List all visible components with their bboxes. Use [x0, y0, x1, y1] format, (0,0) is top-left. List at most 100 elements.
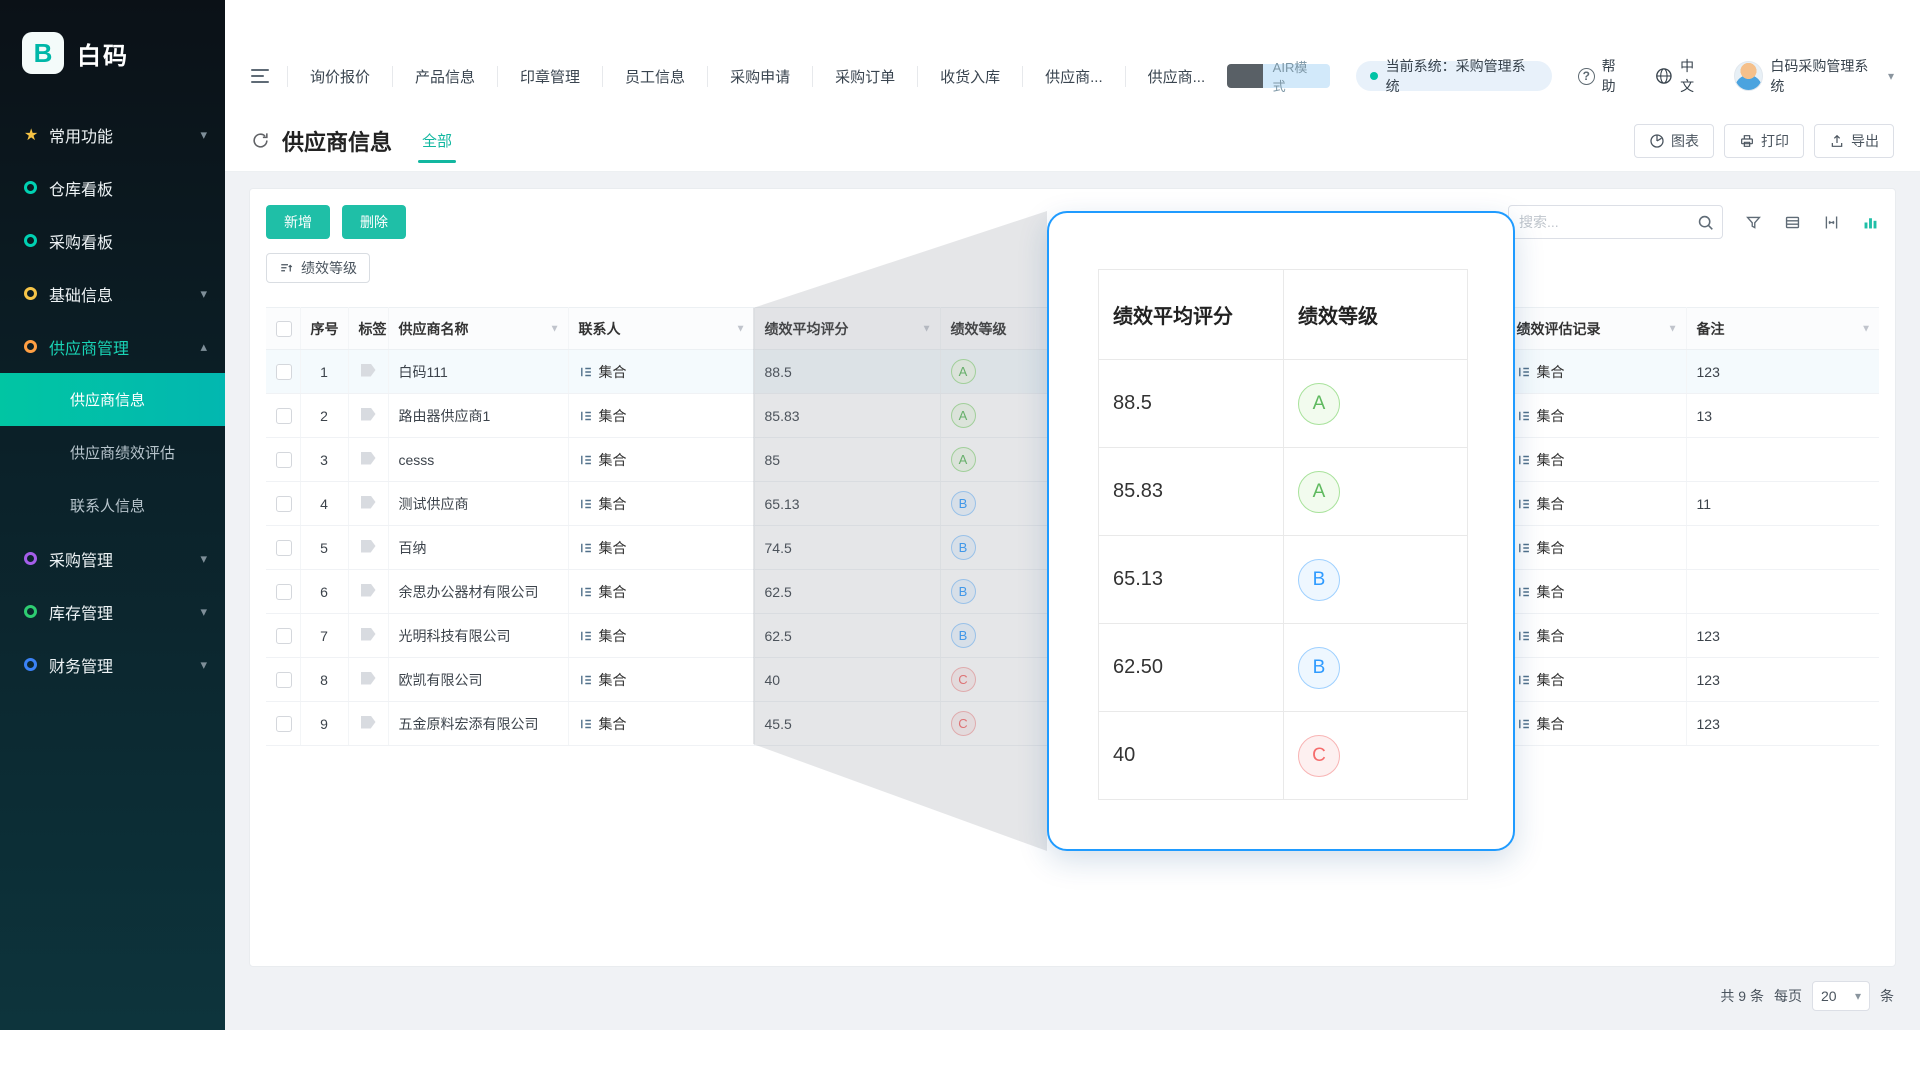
contact-collection-link[interactable]: 集合	[579, 714, 627, 734]
topnav-tab[interactable]: 产品信息	[392, 66, 497, 87]
air-mode-toggle[interactable]: AIR模式	[1227, 64, 1330, 88]
topnav-tab[interactable]: 员工信息	[602, 66, 707, 87]
add-button[interactable]: 新增	[266, 205, 330, 239]
cell-remark	[1686, 438, 1879, 482]
cell-index: 1	[300, 350, 348, 394]
topnav-tab[interactable]: 询价报价	[287, 66, 392, 87]
sidebar-item-purchase-board[interactable]: 采购看板	[0, 214, 225, 267]
delete-button[interactable]: 删除	[342, 205, 406, 239]
collection-icon	[1517, 629, 1531, 643]
row-checkbox[interactable]	[276, 452, 292, 468]
record-collection-link[interactable]: 集合	[1517, 670, 1565, 690]
sidebar-subitem-supplier-info[interactable]: 供应商信息	[0, 373, 225, 426]
contact-collection-link[interactable]: 集合	[579, 626, 627, 646]
chevron-up-icon: ▴	[200, 339, 207, 355]
search-input[interactable]	[1508, 205, 1723, 239]
record-collection-link[interactable]: 集合	[1517, 494, 1565, 514]
cell-score: 62.5	[754, 614, 940, 658]
cell-remark: 11	[1686, 482, 1879, 526]
sidebar-item-supplier-management[interactable]: 供应商管理 ▴	[0, 320, 225, 373]
filter-icon[interactable]	[1745, 214, 1762, 231]
refresh-button[interactable]	[251, 131, 270, 150]
export-button[interactable]: 导出	[1814, 124, 1894, 158]
row-checkbox[interactable]	[276, 584, 292, 600]
logo: B 白码	[0, 0, 225, 108]
row-checkbox[interactable]	[276, 364, 292, 380]
sidebar-item-purchase-management[interactable]: 采购管理 ▾	[0, 532, 225, 585]
contact-collection-link[interactable]: 集合	[579, 670, 627, 690]
cell-supplier-name: 余思办公器材有限公司	[388, 570, 568, 614]
sidebar-item-common-functions[interactable]: ★ 常用功能 ▾	[0, 108, 225, 161]
topnav-tab[interactable]: 供应商...	[1022, 66, 1125, 87]
filter-caret-icon[interactable]: ▼	[1668, 323, 1678, 334]
tab-all[interactable]: 全部	[422, 130, 452, 151]
row-checkbox[interactable]	[276, 716, 292, 732]
select-all-checkbox[interactable]	[276, 321, 292, 337]
cell-remark	[1686, 526, 1879, 570]
grade-badge: B	[951, 623, 976, 648]
grade-badge: A	[951, 403, 976, 428]
chart-button-label: 图表	[1671, 131, 1699, 151]
topnav-tab[interactable]: 供应商...	[1125, 66, 1228, 87]
record-collection-link[interactable]: 集合	[1517, 362, 1565, 382]
row-checkbox[interactable]	[276, 408, 292, 424]
sidebar-item-warehouse-board[interactable]: 仓库看板	[0, 161, 225, 214]
row-checkbox[interactable]	[276, 540, 292, 556]
contact-collection-link[interactable]: 集合	[579, 362, 627, 382]
grade-badge: A	[951, 447, 976, 472]
help-button[interactable]: ? 帮助	[1578, 56, 1629, 96]
contact-collection-link[interactable]: 集合	[579, 450, 627, 470]
filter-caret-icon[interactable]: ▼	[550, 323, 560, 334]
print-button[interactable]: 打印	[1724, 124, 1804, 158]
bar-chart-icon[interactable]	[1862, 214, 1879, 231]
record-collection-link[interactable]: 集合	[1517, 714, 1565, 734]
tag-icon	[361, 716, 376, 729]
header-contact: 联系人▼	[568, 308, 754, 350]
sidebar-subitem-supplier-performance[interactable]: 供应商绩效评估	[0, 426, 225, 479]
topnav-tab[interactable]: 印章管理	[497, 66, 602, 87]
circle-icon	[24, 287, 37, 300]
record-collection-link[interactable]: 集合	[1517, 582, 1565, 602]
circle-icon	[24, 605, 37, 618]
sidebar-item-label: 库存管理	[49, 600, 200, 624]
topnav-tab[interactable]: 采购订单	[812, 66, 917, 87]
contact-collection-link[interactable]: 集合	[579, 582, 627, 602]
filter-caret-icon[interactable]: ▼	[736, 323, 746, 334]
sidebar-item-inventory-management[interactable]: 库存管理 ▾	[0, 585, 225, 638]
column-width-icon[interactable]	[1823, 214, 1840, 231]
row-checkbox[interactable]	[276, 496, 292, 512]
cell-supplier-name: 测试供应商	[388, 482, 568, 526]
per-page-label: 每页	[1774, 986, 1802, 1006]
record-collection-link[interactable]: 集合	[1517, 626, 1565, 646]
grade-badge: B	[951, 579, 976, 604]
search-icon[interactable]	[1697, 214, 1714, 231]
record-collection-link[interactable]: 集合	[1517, 406, 1565, 426]
filter-caret-icon[interactable]: ▼	[1861, 323, 1871, 334]
row-settings-icon[interactable]	[1784, 214, 1801, 231]
grade-badge: C	[1298, 735, 1340, 777]
current-system-badge: 当前系统：采购管理系统	[1356, 61, 1552, 91]
topnav-tab[interactable]: 采购申请	[707, 66, 812, 87]
record-collection-link[interactable]: 集合	[1517, 538, 1565, 558]
chevron-down-icon: ▾	[200, 127, 207, 143]
sidebar-item-label: 财务管理	[49, 653, 200, 677]
contact-collection-link[interactable]: 集合	[579, 538, 627, 558]
sidebar-subitem-label: 供应商信息	[70, 389, 145, 410]
chart-button[interactable]: 图表	[1634, 124, 1714, 158]
topnav-tab[interactable]: 收货入库	[917, 66, 1022, 87]
language-switch[interactable]: 中文	[1655, 56, 1707, 96]
user-menu[interactable]: 白码采购管理系统 ▾	[1734, 56, 1894, 96]
filter-caret-icon[interactable]: ▼	[922, 323, 932, 334]
sidebar-subitem-contact-info[interactable]: 联系人信息	[0, 479, 225, 532]
sidebar-item-basic-info[interactable]: 基础信息 ▾	[0, 267, 225, 320]
record-collection-link[interactable]: 集合	[1517, 450, 1565, 470]
popup-row: 40 C	[1099, 712, 1468, 800]
row-checkbox[interactable]	[276, 628, 292, 644]
row-checkbox[interactable]	[276, 672, 292, 688]
page-size-select[interactable]: 20 ▾	[1812, 981, 1870, 1011]
collapse-menu-icon[interactable]	[251, 69, 269, 83]
contact-collection-link[interactable]: 集合	[579, 494, 627, 514]
sidebar-item-finance-management[interactable]: 财务管理 ▾	[0, 638, 225, 691]
contact-collection-link[interactable]: 集合	[579, 406, 627, 426]
grade-filter-chip[interactable]: 绩效等级	[266, 253, 370, 283]
